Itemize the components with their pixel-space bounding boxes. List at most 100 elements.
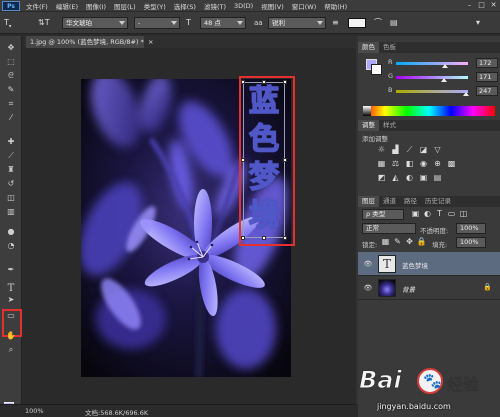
slider-g[interactable]: G 171 — [388, 72, 498, 82]
slider-r-value[interactable]: 172 — [476, 58, 498, 68]
healing-brush-tool-icon[interactable]: ✚ — [4, 136, 18, 147]
slider-b-thumb[interactable] — [462, 92, 469, 96]
filter-adjust-icon[interactable]: ◐ — [422, 209, 433, 219]
slider-b[interactable]: B 247 — [388, 86, 498, 96]
tab-styles[interactable]: 样式 — [379, 120, 400, 131]
color-balance-icon[interactable]: ⚖ — [390, 159, 401, 169]
threshold-icon[interactable]: ◐ — [404, 173, 415, 183]
slider-b-track[interactable] — [396, 90, 468, 93]
color-spectrum-bar[interactable] — [363, 106, 495, 116]
font-family-select[interactable]: 华文琥珀 — [62, 17, 128, 29]
zoom-tool-icon[interactable]: ⌕ — [4, 344, 18, 355]
filter-smart-icon[interactable]: ◫ — [458, 209, 469, 219]
slider-b-value[interactable]: 247 — [476, 86, 498, 96]
hue-saturation-icon[interactable]: ▦ — [376, 159, 387, 169]
curves-icon[interactable]: ⟋ — [404, 145, 415, 155]
clone-stamp-tool-icon[interactable]: ♜ — [4, 164, 18, 175]
invert-icon[interactable]: ◩ — [376, 173, 387, 183]
levels-icon[interactable]: ▟ — [390, 145, 401, 155]
layer-name[interactable]: 蓝色梦境 — [402, 260, 428, 270]
color-lookup-icon[interactable]: ▩ — [446, 159, 457, 169]
fill-input[interactable]: 100% — [456, 237, 486, 248]
visibility-eye-icon[interactable]: 👁 — [363, 283, 373, 293]
menu-help[interactable]: 帮助(H) — [320, 1, 351, 11]
menu-window[interactable]: 窗口(W) — [288, 1, 321, 11]
character-panel-icon[interactable]: ▤ — [390, 17, 398, 29]
menu-3d[interactable]: 3D(D) — [230, 2, 257, 10]
font-style-select[interactable]: - — [134, 17, 180, 29]
opacity-input[interactable]: 100% — [456, 223, 486, 234]
text-color-swatch[interactable] — [348, 18, 366, 28]
slider-r[interactable]: R 172 — [388, 58, 498, 68]
maximize-button[interactable]: □ — [477, 1, 486, 10]
type-tool-icon[interactable]: T — [4, 283, 18, 294]
layer-name[interactable]: 背景 — [402, 284, 415, 294]
gradient-map-icon[interactable]: ▤ — [432, 173, 443, 183]
antialias-select[interactable]: 锐利 — [268, 17, 326, 29]
menu-select[interactable]: 选择(S) — [170, 1, 200, 11]
menu-file[interactable]: 文件(F) — [22, 1, 52, 11]
font-size-select[interactable]: 48 点 — [200, 17, 246, 29]
align-left-icon[interactable]: ≡ — [332, 17, 339, 29]
move-tool-icon[interactable]: ✥ — [4, 42, 18, 53]
crop-tool-icon[interactable]: ⌗ — [4, 98, 18, 109]
brightness-icon[interactable]: ☼ — [376, 145, 387, 155]
slider-g-value[interactable]: 171 — [476, 72, 498, 82]
blend-mode-select[interactable]: 正常 — [362, 223, 416, 234]
layer-kind-filter[interactable]: ρ 类型 — [362, 209, 404, 220]
warp-text-icon[interactable]: ⌒ — [374, 17, 382, 29]
lock-image-icon[interactable]: ✎ — [392, 237, 403, 247]
zoom-level[interactable]: 100% — [25, 407, 44, 415]
text-orientation-icon[interactable]: ⇅T — [38, 17, 50, 29]
lock-all-icon[interactable]: 🔒 — [416, 237, 427, 247]
menu-edit[interactable]: 编辑(E) — [52, 1, 82, 11]
close-document-icon[interactable]: × — [148, 38, 153, 46]
filter-pixel-icon[interactable]: ▣ — [410, 209, 421, 219]
tab-swatches[interactable]: 色板 — [379, 42, 400, 53]
menu-view[interactable]: 视图(V) — [257, 1, 288, 11]
dodge-tool-icon[interactable]: ◔ — [4, 240, 18, 251]
quick-select-tool-icon[interactable]: ✎ — [4, 84, 18, 95]
tab-layers[interactable]: 图层 — [358, 196, 379, 207]
pen-tool-icon[interactable]: ✒ — [4, 264, 18, 275]
close-window-button[interactable]: ✕ — [489, 1, 498, 10]
type-tool-preset-icon[interactable]: T▾ — [4, 17, 11, 33]
tab-adjustments[interactable]: 调整 — [358, 120, 379, 131]
color-panel-background[interactable] — [371, 64, 382, 75]
selective-color-icon[interactable]: ▣ — [418, 173, 429, 183]
eyedropper-tool-icon[interactable]: ⁄ — [4, 112, 18, 123]
tab-channels[interactable]: 通道 — [379, 196, 400, 207]
lock-transparent-icon[interactable]: ▦ — [380, 237, 391, 247]
spectrum-black-white[interactable] — [363, 106, 371, 116]
marquee-tool-icon[interactable]: ⬚ — [4, 56, 18, 67]
tab-history[interactable]: 历史记录 — [421, 196, 455, 207]
photo-filter-icon[interactable]: ◉ — [418, 159, 429, 169]
filter-shape-icon[interactable]: ▭ — [446, 209, 457, 219]
document-tab[interactable]: 1.jpg @ 100% (蓝色梦境, RGB/8#) * × — [26, 36, 153, 48]
exposure-icon[interactable]: ◪ — [418, 145, 429, 155]
eraser-tool-icon[interactable]: ◫ — [4, 192, 18, 203]
slider-g-track[interactable] — [396, 76, 468, 79]
slider-r-track[interactable] — [396, 62, 468, 65]
tab-paths[interactable]: 路径 — [400, 196, 421, 207]
menu-layer[interactable]: 图层(L) — [110, 1, 140, 11]
vibrance-icon[interactable]: ▽ — [432, 145, 443, 155]
brush-tool-icon[interactable]: ⟋ — [4, 150, 18, 161]
shape-tool-icon[interactable]: ▭ — [4, 310, 18, 321]
tab-color[interactable]: 颜色 — [358, 42, 379, 53]
layer-row-background[interactable]: 👁 背景 🔒 — [358, 276, 500, 300]
posterize-icon[interactable]: ◭ — [390, 173, 401, 183]
path-selection-tool-icon[interactable]: ➤ — [4, 294, 18, 305]
hand-tool-icon[interactable]: ✋ — [4, 330, 18, 341]
channel-mixer-icon[interactable]: ⊕ — [432, 159, 443, 169]
lasso-tool-icon[interactable]: ᘓ — [4, 70, 18, 81]
menu-type[interactable]: 类型(Y) — [140, 1, 170, 11]
history-brush-tool-icon[interactable]: ↺ — [4, 178, 18, 189]
menu-filter[interactable]: 滤镜(T) — [200, 1, 230, 11]
menu-image[interactable]: 图像(I) — [82, 1, 110, 11]
lock-position-icon[interactable]: ✥ — [404, 237, 415, 247]
visibility-eye-icon[interactable]: 👁 — [363, 259, 373, 269]
slider-g-thumb[interactable] — [441, 78, 448, 82]
layer-row-text[interactable]: 👁 T 蓝色梦境 — [358, 252, 500, 276]
gradient-tool-icon[interactable]: ▥ — [4, 206, 18, 217]
